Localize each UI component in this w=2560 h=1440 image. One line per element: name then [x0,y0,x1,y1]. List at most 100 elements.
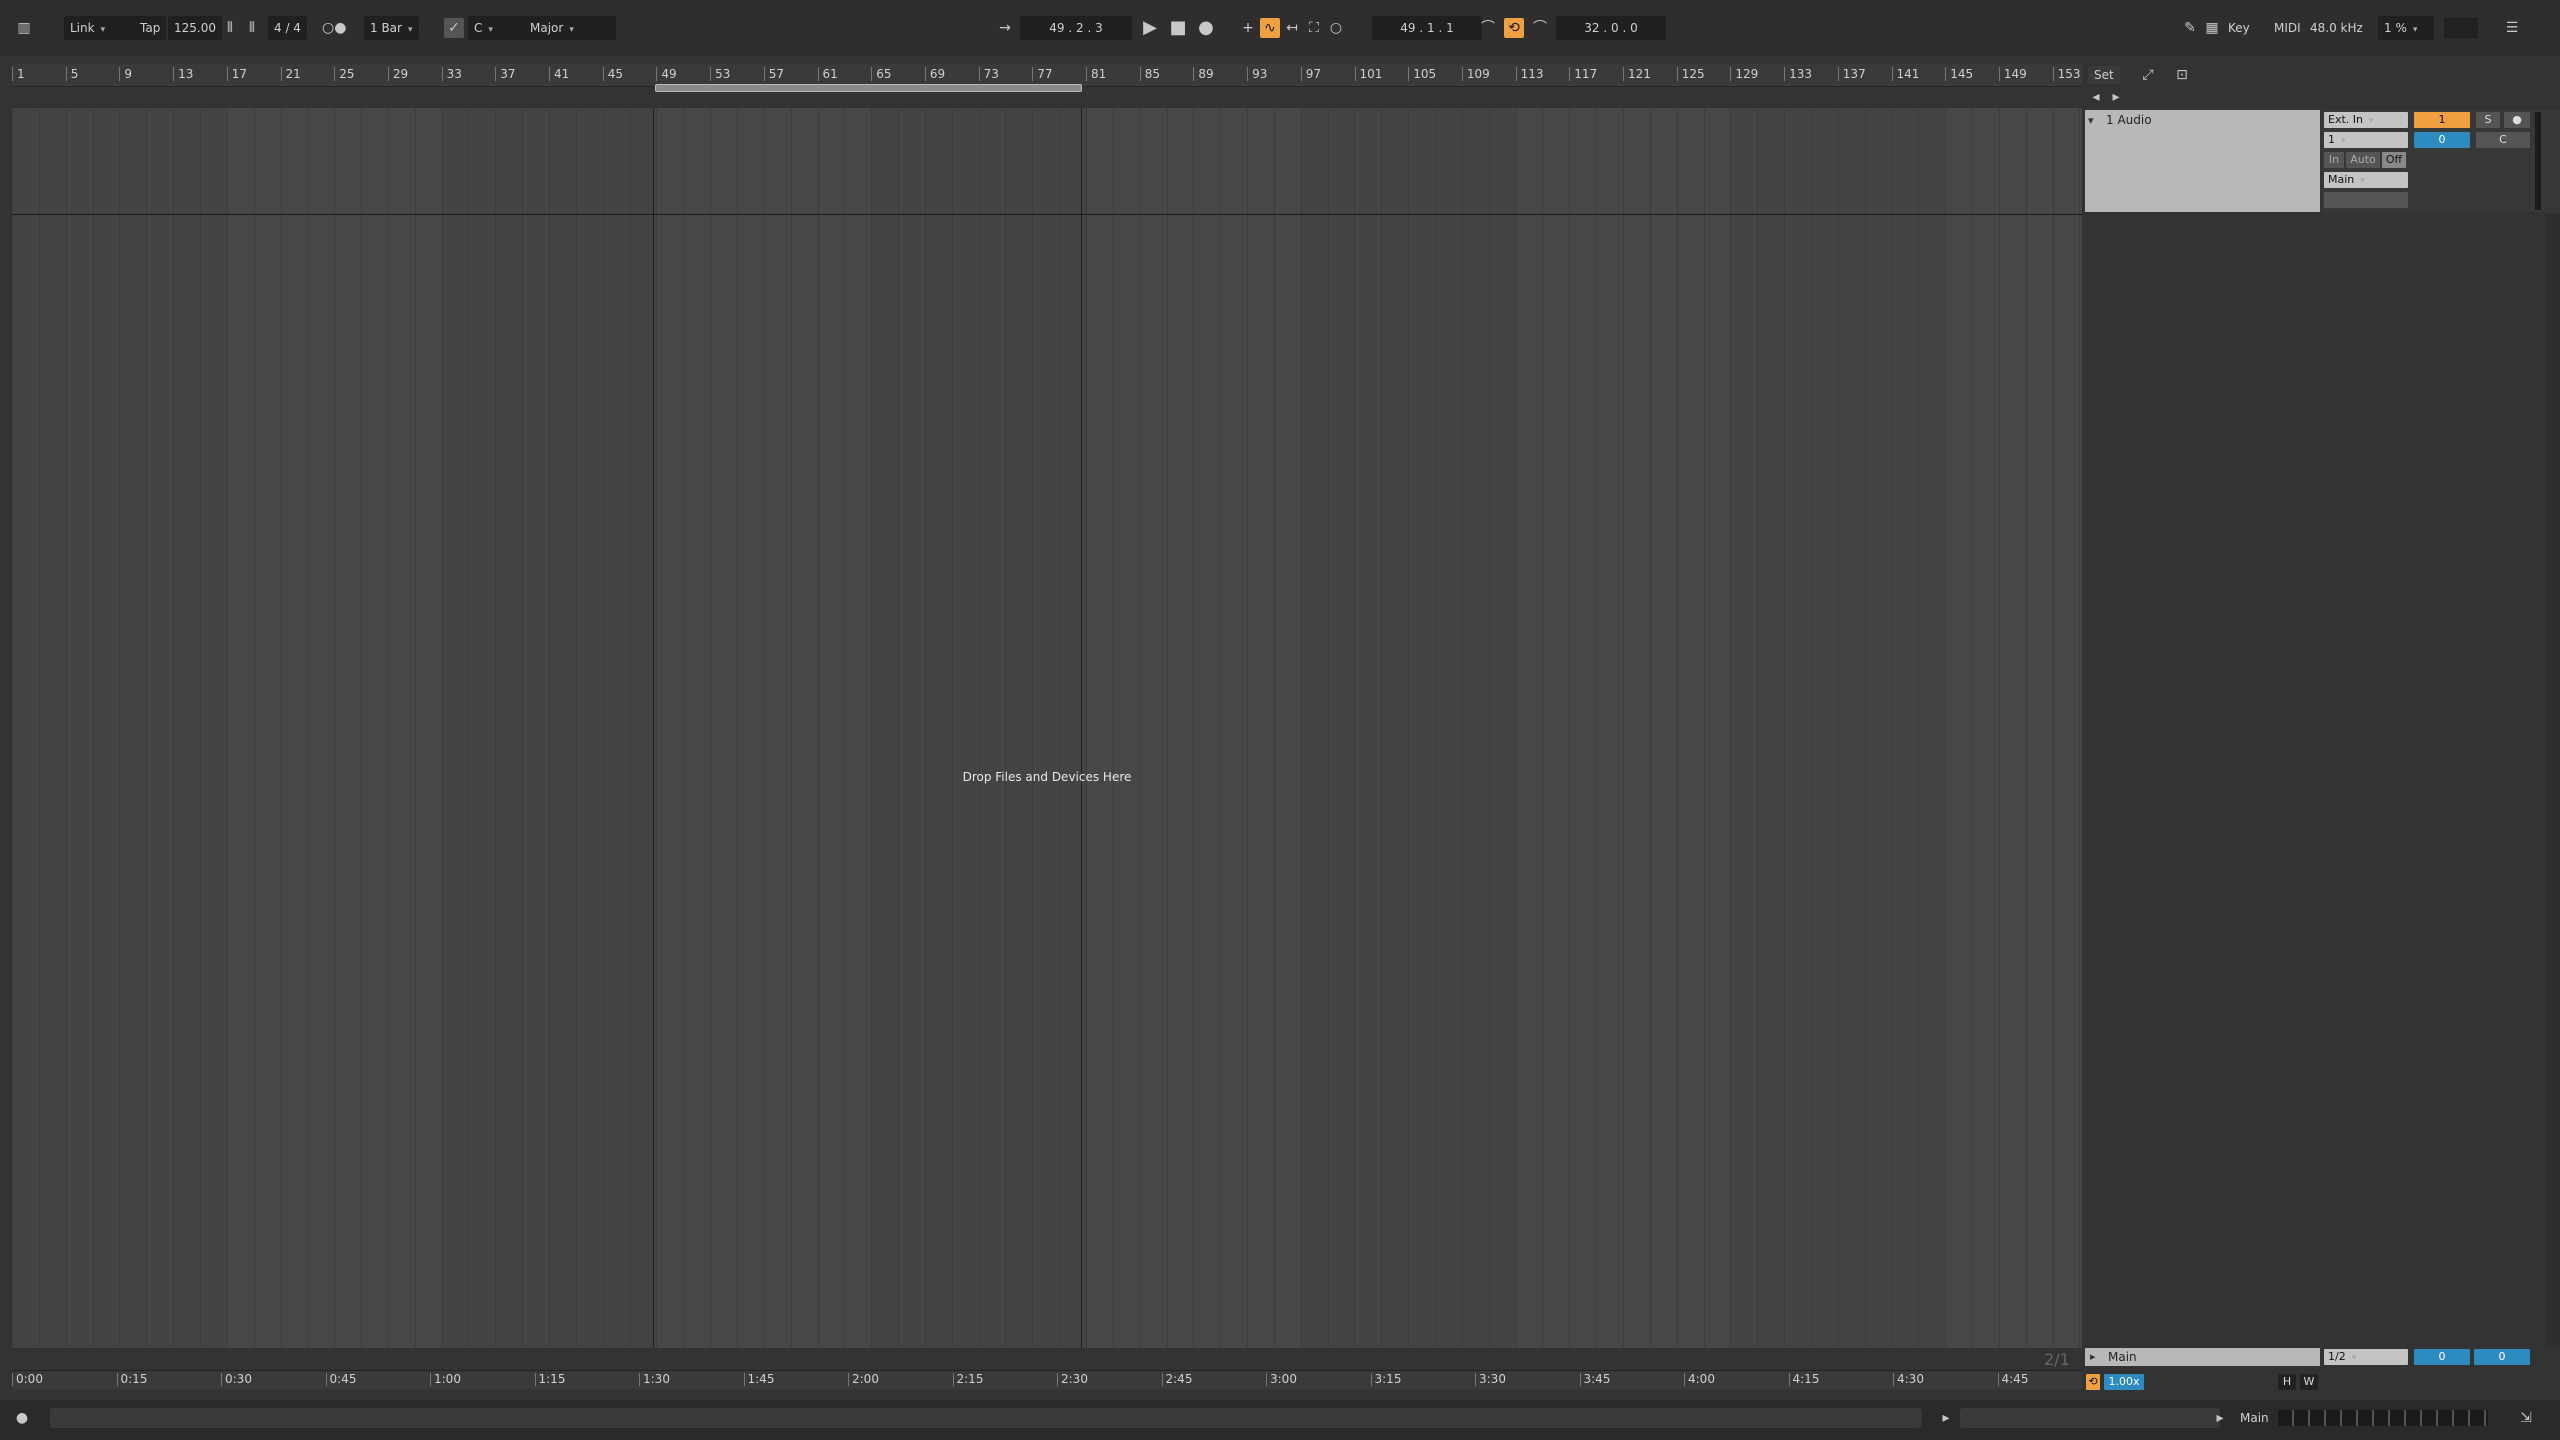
bar-ruler-label: 29 [387,67,408,81]
monitor-auto-button[interactable]: Auto [2346,152,2380,168]
link-button[interactable]: Link [64,16,136,40]
bar-ruler-label: 89 [1193,67,1214,81]
grid-line [791,108,792,1348]
resize-icon[interactable]: ⇲ [2516,1408,2536,1428]
loop-length-field[interactable]: 32 . 0 . 0 [1556,16,1666,40]
session-record-icon[interactable]: ○ [1326,18,1346,38]
grid-line [1918,108,1919,1348]
tempo-follow-icon[interactable]: ⟲ [2086,1374,2100,1390]
tap-tempo-button[interactable]: Tap [134,16,167,40]
bar-ruler-label: 49 [656,67,677,81]
grid-line [818,108,819,1348]
grid-line [1328,108,1329,1348]
bar-ruler-label: 57 [763,67,784,81]
time-ruler-label: 2:00 [848,1373,879,1386]
bar-ruler-label: 69 [924,67,945,81]
output-channel-menu[interactable] [2324,192,2408,208]
grid-line [1891,108,1892,1348]
input-channel-menu[interactable]: 1 [2324,132,2408,148]
time-signature-field[interactable]: 4 / 4 [268,16,307,40]
bar-ruler-label: 41 [549,67,569,81]
loop-marker-line [1081,108,1082,1348]
nudge-down-icon[interactable]: ⦀ [220,18,240,38]
height-button[interactable]: H [2278,1374,2296,1390]
grid-line [93,108,94,1348]
expand-icon[interactable]: ⤢ [2138,66,2158,84]
grid-line [1167,108,1168,1348]
info-icon[interactable]: ● [12,1408,32,1428]
metronome-icon[interactable]: ○● [322,18,346,38]
lock-icon[interactable]: ⊡ [2172,66,2192,84]
horizontal-scrollbar[interactable] [50,1408,1922,1428]
grid-line [1005,108,1006,1348]
monitor-in-button[interactable]: In [2324,152,2344,168]
loop-switch-icon[interactable]: ⟲ [1504,18,1524,38]
scale-menu[interactable]: Major [524,16,616,40]
record-icon[interactable]: ● [1196,18,1216,38]
browser-toggle-icon[interactable]: ▥ [14,18,34,38]
grid-line [1811,108,1812,1348]
capture-icon[interactable]: ⛶ [1304,18,1324,38]
main-track-fold-icon[interactable]: ▸ [2090,1350,2096,1363]
main-track-name[interactable]: Main [2108,1350,2137,1364]
track-volume-field[interactable]: 0 [2414,132,2470,148]
bar-ruler-label: 9 [119,67,132,81]
stop-icon[interactable]: ■ [1168,18,1188,38]
bar-ruler-label: 65 [871,67,891,81]
main-volume-field[interactable]: 0 [2414,1349,2470,1365]
bar-ruler-label: 21 [280,67,301,81]
key-scale-toggle-icon[interactable]: ✓ [444,18,464,38]
width-button[interactable]: W [2300,1374,2318,1390]
grid-line [1516,108,1517,1348]
key-map-button[interactable]: Key [2228,16,2250,40]
monitor-off-button[interactable]: Off [2382,152,2406,168]
draw-mode-icon[interactable]: ✎ [2180,18,2200,38]
back-to-arrangement-icon[interactable]: ↤ [1282,18,1302,38]
quantize-menu[interactable]: 1 Bar [364,16,419,40]
track-pan-field[interactable]: C [2476,132,2530,148]
show-device-view-icon[interactable]: ▸ [2210,1408,2230,1428]
time-ruler[interactable]: 0:00 0:15 0:30 0:45 1:00 1:15 1:30 1:45 2:00 2:15… [12,1370,2082,1389]
solo-button[interactable]: S [2476,112,2500,128]
device-overview[interactable] [2278,1410,2488,1426]
arrangement-view[interactable] [12,108,2082,1348]
automation-arm-icon[interactable]: ∿ [1260,18,1280,38]
input-type-menu[interactable]: Ext. In [2324,112,2408,128]
set-button[interactable]: Set [2088,66,2120,84]
time-ruler-label: 4:15 [1788,1373,1819,1386]
bar-ruler-label: 17 [226,67,247,81]
arrangement-position-field[interactable]: 49 . 2 . 3 [1020,16,1132,40]
tempo-scale-field[interactable]: 1.00x [2104,1374,2144,1390]
tempo-field[interactable]: 125.00 [168,16,222,40]
computer-keyboard-icon[interactable]: ▦ [2202,18,2222,38]
nudge-up-icon[interactable]: ⦀ [242,18,262,38]
grid-line [844,108,845,1348]
vertical-scrollbar[interactable] [2545,214,2560,1348]
cue-out-menu[interactable]: 1/2 [2324,1349,2408,1365]
menu-icon[interactable]: ☰ [2502,18,2522,38]
bar-ruler-label: 145 [1945,67,1973,81]
detail-scrollbar[interactable] [1960,1408,2220,1428]
overdub-icon[interactable]: + [1238,18,1258,38]
track-name[interactable]: 1 Audio [2106,113,2152,127]
time-ruler-label: 3:00 [1266,1373,1297,1386]
key-root-menu[interactable]: C [468,16,524,40]
main-pan-field[interactable]: 0 [2474,1349,2530,1365]
show-clip-view-icon[interactable]: ▸ [1936,1408,1956,1428]
loop-start-field[interactable]: 49 . 1 . 1 [1372,16,1482,40]
cpu-meter[interactable]: 1 % [2378,16,2434,40]
output-menu[interactable]: Main [2324,172,2408,188]
loop-brace[interactable] [655,84,1082,92]
grid-line [281,108,282,1348]
scroll-right-icon[interactable]: ▸ [2106,88,2126,106]
track-activator-button[interactable]: 1 [2414,112,2470,128]
midi-map-button[interactable]: MIDI [2274,16,2301,40]
arm-button[interactable]: ● [2504,112,2530,128]
scroll-left-icon[interactable]: ◂ [2086,88,2106,106]
punch-in-icon[interactable]: ⌒ [1478,18,1498,38]
track-fold-icon[interactable]: ▾ [2088,114,2094,127]
grid-line [603,108,604,1348]
punch-out-icon[interactable]: ⌒ [1530,18,1550,38]
follow-icon[interactable]: → [995,18,1015,38]
play-icon[interactable]: ▶ [1140,18,1160,38]
